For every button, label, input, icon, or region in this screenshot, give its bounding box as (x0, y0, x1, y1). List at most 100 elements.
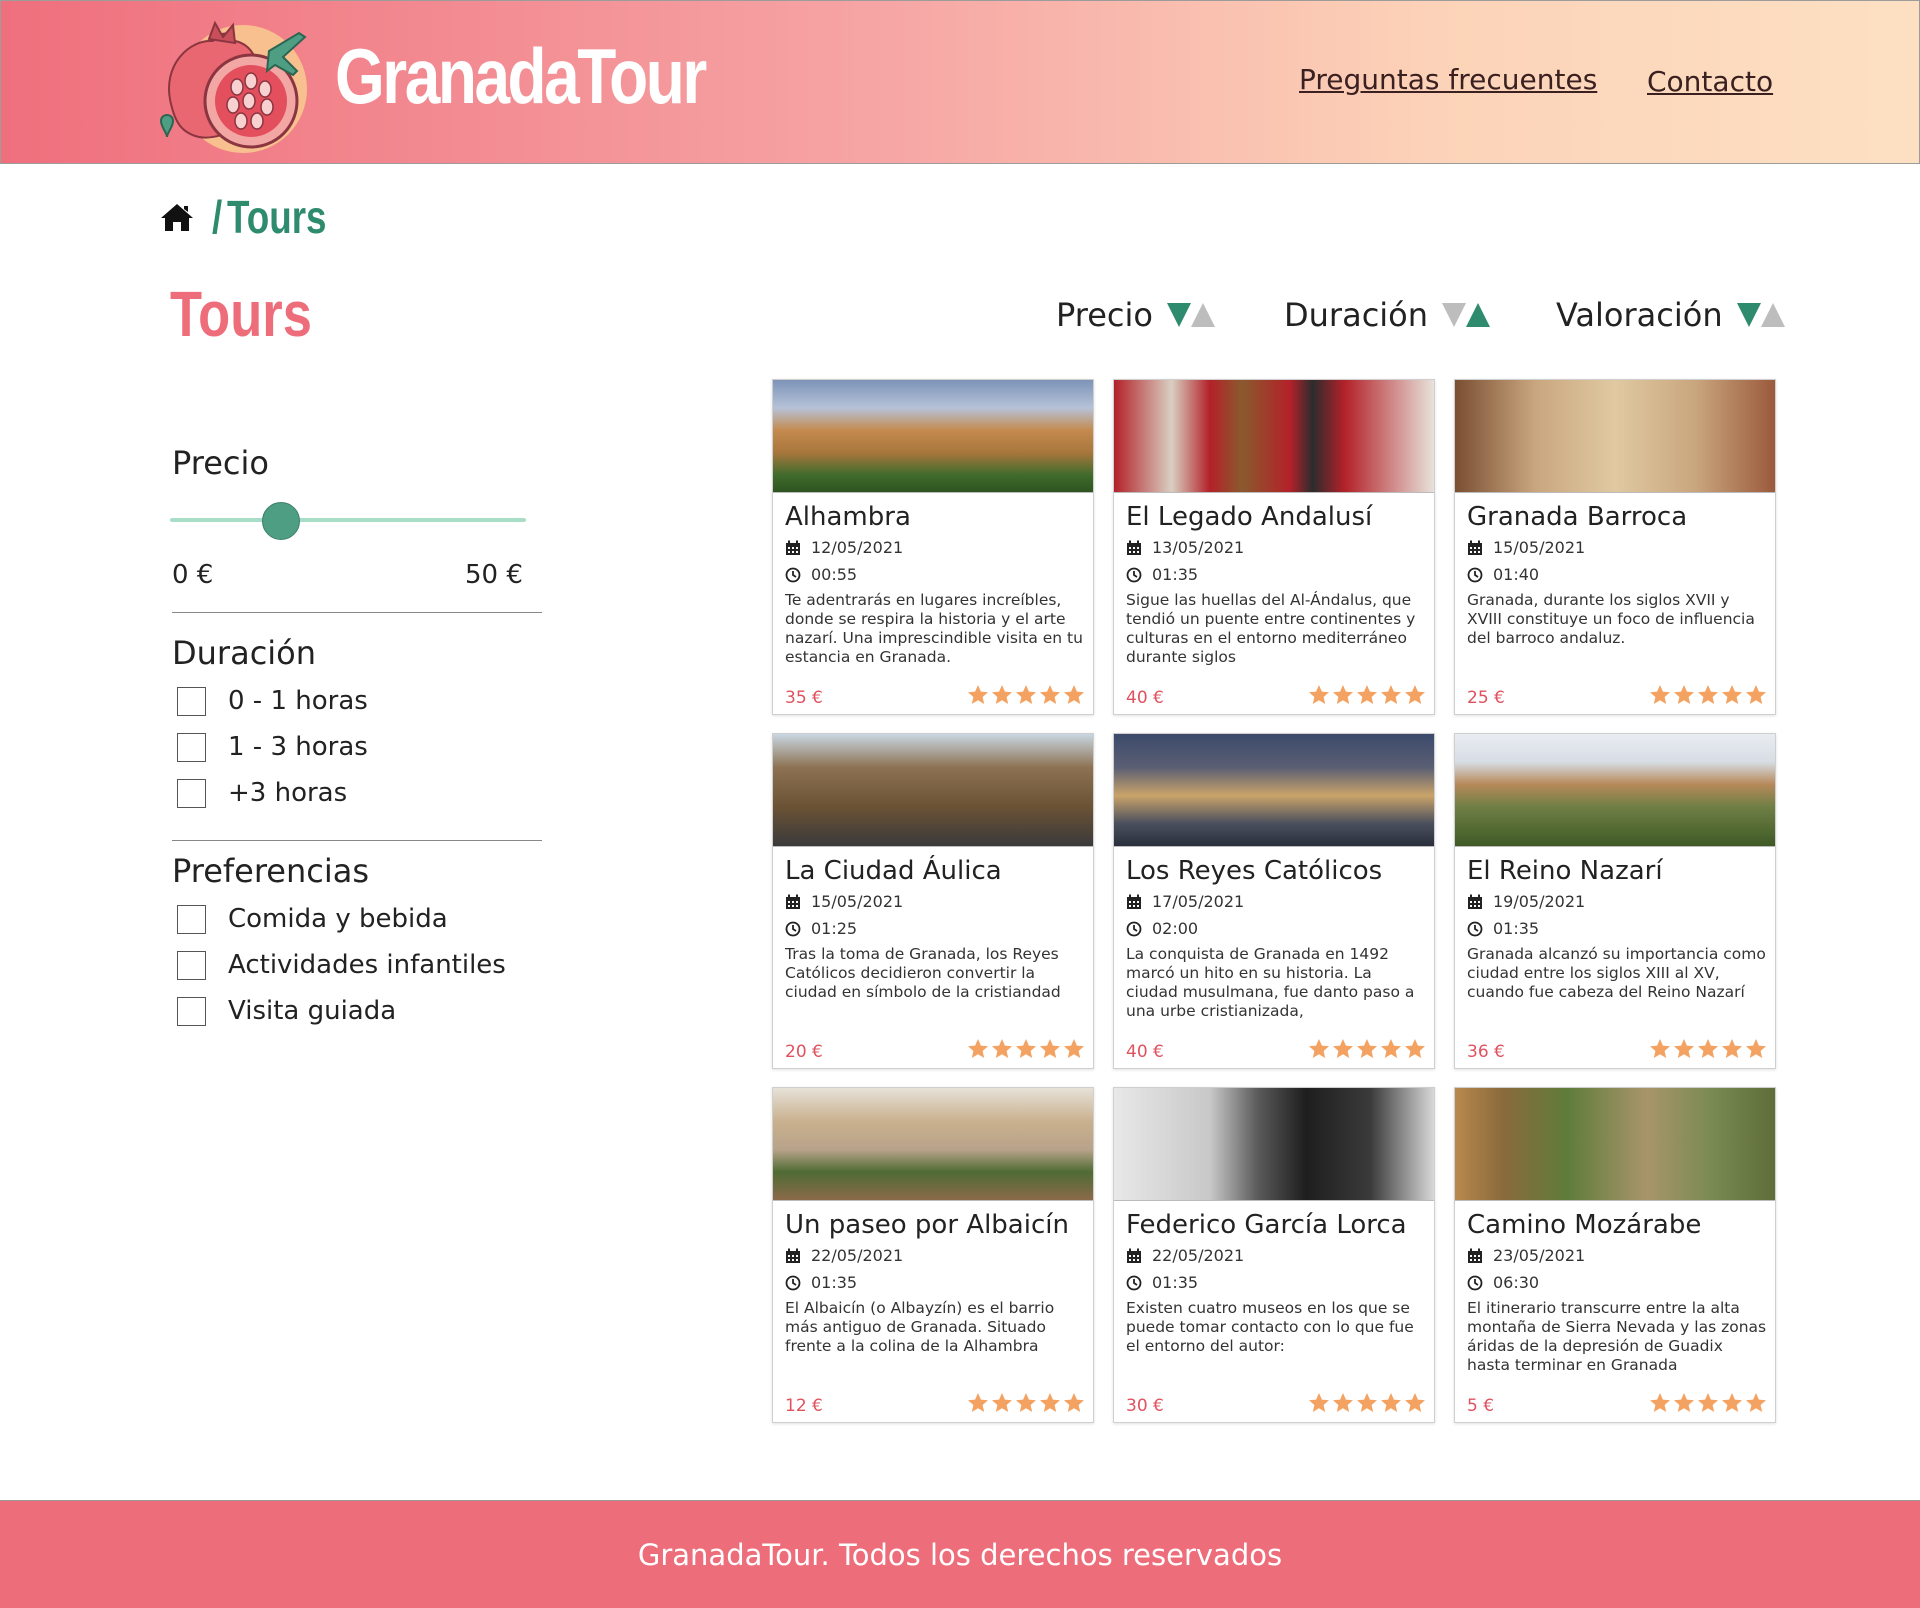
price-filter-heading: Precio (172, 444, 269, 482)
star-icon (992, 1039, 1012, 1058)
nav-contact-link[interactable]: Contacto (1647, 65, 1773, 98)
tour-image[interactable] (1455, 1088, 1775, 1201)
tour-card[interactable]: Un paseo por Albaicín 22/05/2021 01:35 E… (772, 1087, 1094, 1423)
tour-card[interactable]: La Ciudad Áulica 15/05/2021 01:25 Tras l… (772, 733, 1094, 1069)
star-icon (1064, 685, 1084, 704)
tour-description: Tras la toma de Granada, los Reyes Catól… (785, 945, 1061, 1001)
footer-text: GranadaTour. Todos los derechos reservad… (637, 1537, 1283, 1572)
star-icon (968, 1393, 988, 1412)
tour-date-value: 15/05/2021 (811, 892, 904, 911)
tour-title[interactable]: Los Reyes Católicos (1126, 856, 1382, 886)
price-slider-track[interactable] (170, 518, 526, 522)
checkbox[interactable] (177, 778, 206, 808)
tour-title[interactable]: La Ciudad Áulica (785, 856, 1002, 886)
tour-description: Granada, durante los siglos XVII y XVIII… (1467, 591, 1755, 647)
star-icon (1333, 1393, 1353, 1412)
checkbox-label: 1 - 3 horas (228, 732, 368, 762)
sort-asc-icon[interactable] (1466, 303, 1491, 327)
sort-by-duration[interactable]: Duración (1284, 296, 1491, 334)
clock-icon (785, 1275, 801, 1290)
sort-by-price[interactable]: Precio (1056, 296, 1215, 334)
star-icon (1309, 685, 1329, 704)
tour-image[interactable] (773, 1088, 1093, 1201)
tour-price: 35 € (785, 688, 823, 708)
sort-desc-icon[interactable] (1166, 303, 1191, 327)
breadcrumb-separator: / (212, 191, 223, 243)
tour-title[interactable]: El Reino Nazarí (1467, 856, 1663, 886)
tour-image[interactable] (1455, 734, 1775, 847)
tour-card[interactable]: Alhambra 12/05/2021 00:55 Te adentrarás … (772, 379, 1094, 715)
nav-faq-link[interactable]: Preguntas frecuentes (1299, 63, 1597, 96)
tour-date-value: 15/05/2021 (1493, 538, 1586, 557)
tour-card[interactable]: Granada Barroca 15/05/2021 01:40 Granada… (1454, 379, 1776, 715)
pomegranate-logo-icon[interactable] (151, 9, 316, 159)
star-icon (1746, 1039, 1766, 1058)
duration-option-3-plus[interactable]: +3 horas (177, 778, 347, 808)
tour-rating (1308, 1038, 1426, 1060)
tour-date: 17/05/2021 (1126, 892, 1244, 911)
tour-date-value: 17/05/2021 (1152, 892, 1245, 911)
checkbox[interactable] (177, 950, 206, 980)
tour-card[interactable]: Camino Mozárabe 23/05/2021 06:30 El itin… (1454, 1087, 1776, 1423)
tour-date: 22/05/2021 (1126, 1246, 1244, 1265)
tour-image[interactable] (773, 734, 1093, 847)
tour-card[interactable]: Federico García Lorca 22/05/2021 01:35 E… (1113, 1087, 1435, 1423)
tour-card[interactable]: El Reino Nazarí 19/05/2021 01:35 Granada… (1454, 733, 1776, 1069)
tour-duration-value: 06:30 (1493, 1273, 1540, 1292)
preference-guided-tour[interactable]: Visita guiada (177, 996, 396, 1026)
tour-date-value: 23/05/2021 (1493, 1246, 1586, 1265)
tour-price: 40 € (1126, 688, 1164, 708)
tour-title[interactable]: Alhambra (785, 502, 911, 532)
checkbox[interactable] (177, 996, 206, 1026)
preference-kids-activities[interactable]: Actividades infantiles (177, 950, 506, 980)
tour-title[interactable]: Un paseo por Albaicín (785, 1210, 1069, 1240)
tour-image[interactable] (1455, 380, 1775, 493)
star-icon (1064, 1393, 1084, 1412)
tour-date-value: 12/05/2021 (811, 538, 904, 557)
tour-rating (1649, 1038, 1767, 1060)
star-icon (1746, 1393, 1766, 1412)
tour-rating (1308, 1392, 1426, 1414)
tour-image[interactable] (773, 380, 1093, 493)
sort-asc-icon[interactable] (1760, 303, 1785, 327)
tour-rating (967, 1392, 1085, 1414)
tour-date-value: 19/05/2021 (1493, 892, 1586, 911)
tour-card[interactable]: El Legado Andalusí 13/05/2021 01:35 Sigu… (1113, 379, 1435, 715)
star-icon (1333, 685, 1353, 704)
tour-title[interactable]: Camino Mozárabe (1467, 1210, 1701, 1240)
tour-rating (1649, 1392, 1767, 1414)
tour-title[interactable]: El Legado Andalusí (1126, 502, 1372, 532)
tour-title[interactable]: Granada Barroca (1467, 502, 1687, 532)
calendar-icon (1127, 540, 1141, 555)
tour-image[interactable] (1114, 1088, 1434, 1201)
preference-food-drink[interactable]: Comida y bebida (177, 904, 448, 934)
sort-asc-icon[interactable] (1190, 303, 1215, 327)
checkbox[interactable] (177, 904, 206, 934)
star-icon (1381, 685, 1401, 704)
tour-image[interactable] (1114, 734, 1434, 847)
star-icon (1674, 685, 1694, 704)
tour-card[interactable]: Los Reyes Católicos 17/05/2021 02:00 La … (1113, 733, 1435, 1069)
sort-desc-icon[interactable] (1736, 303, 1761, 327)
home-icon[interactable] (160, 202, 194, 232)
brand-name[interactable]: GranadaTour (335, 37, 707, 115)
tour-title[interactable]: Federico García Lorca (1126, 1210, 1407, 1240)
sort-by-rating[interactable]: Valoración (1556, 296, 1785, 334)
tour-image[interactable] (1114, 380, 1434, 493)
tour-duration: 01:40 (1467, 565, 1539, 584)
star-icon (1746, 685, 1766, 704)
calendar-icon (1468, 894, 1482, 909)
price-slider-thumb[interactable] (262, 502, 300, 540)
tour-price: 20 € (785, 1042, 823, 1062)
star-icon (1650, 1039, 1670, 1058)
tour-date: 12/05/2021 (785, 538, 903, 557)
sort-rating-label: Valoración (1556, 296, 1723, 334)
duration-option-1-3[interactable]: 1 - 3 horas (177, 732, 368, 762)
clock-icon (1126, 1275, 1142, 1290)
star-icon (1722, 1393, 1742, 1412)
checkbox[interactable] (177, 686, 206, 716)
duration-option-0-1[interactable]: 0 - 1 horas (177, 686, 368, 716)
sort-desc-icon[interactable] (1442, 303, 1467, 327)
checkbox[interactable] (177, 732, 206, 762)
tour-duration-value: 01:35 (1152, 565, 1199, 584)
